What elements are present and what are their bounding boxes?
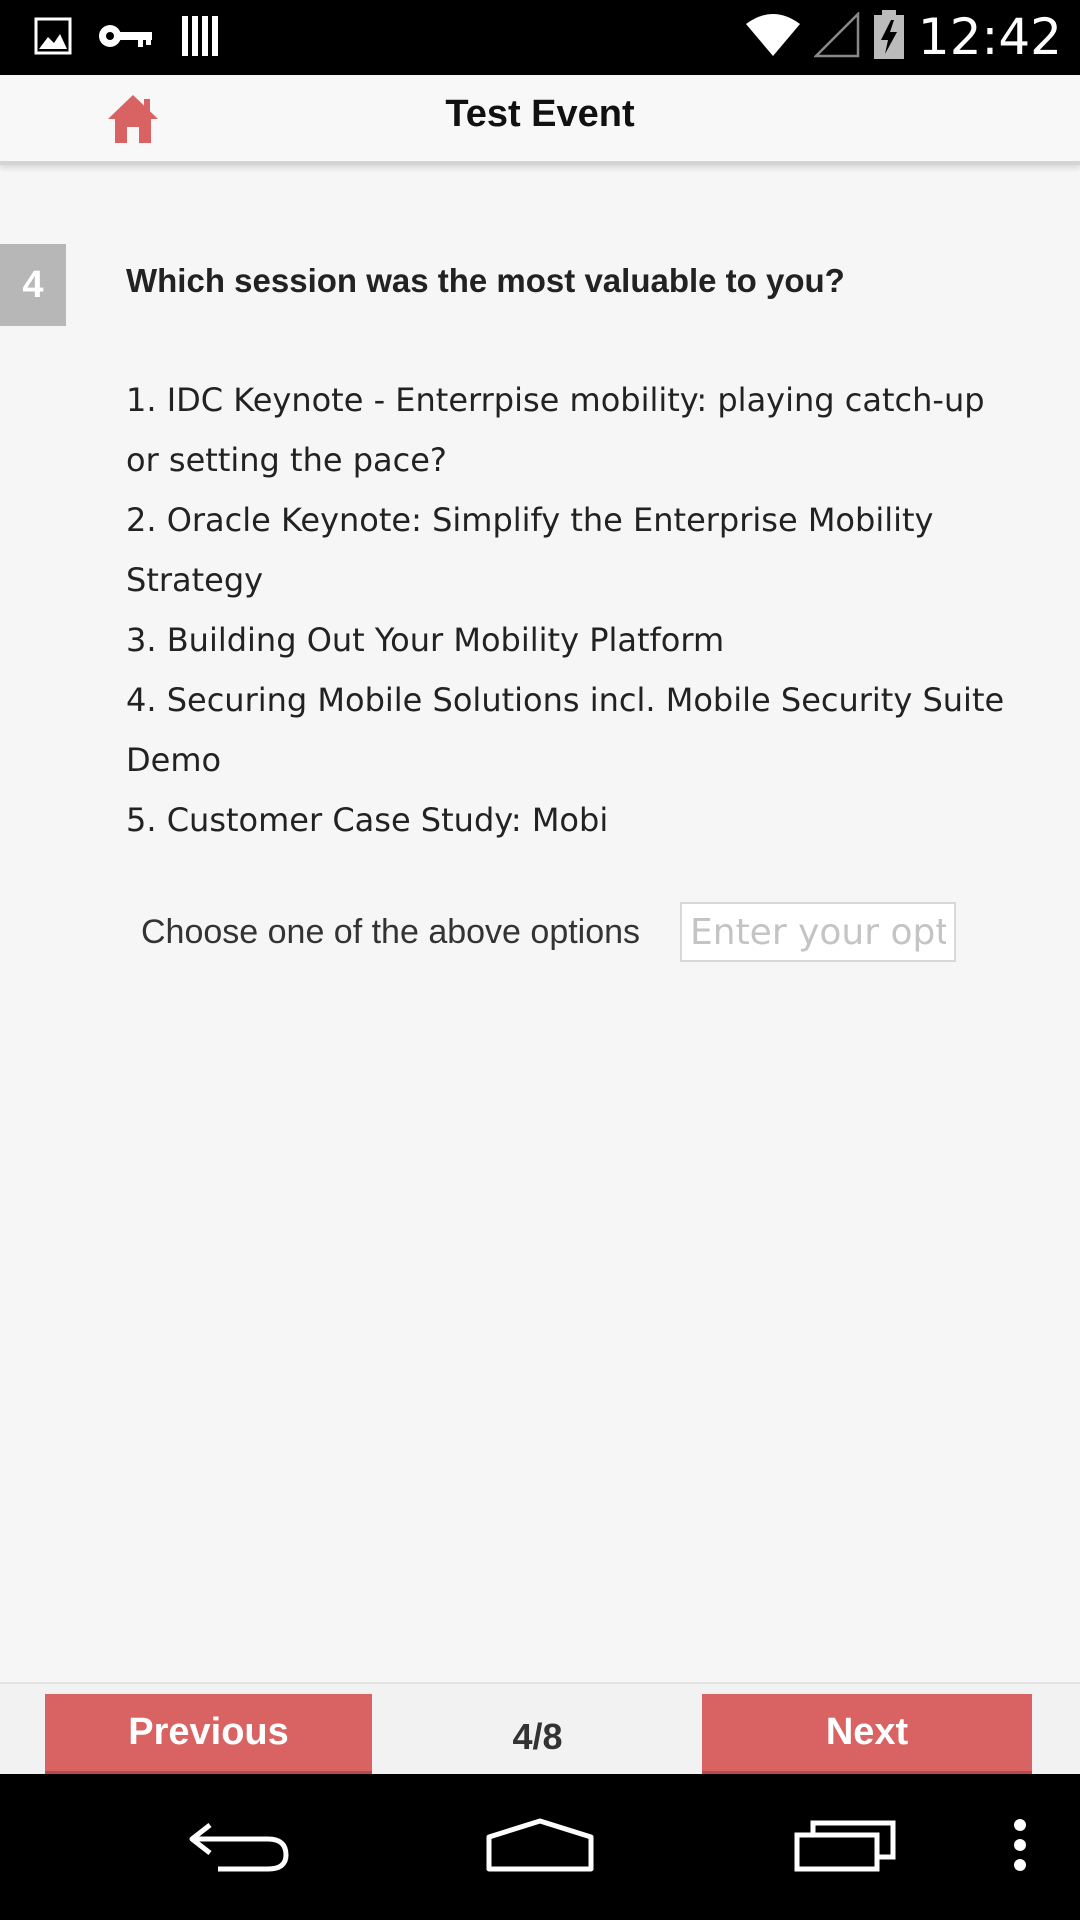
answer-row: Choose one of the above options [141, 900, 961, 964]
option-item: 2. Oracle Keynote: Simplify the Enterpri… [126, 501, 934, 599]
barcode-icon [180, 14, 220, 63]
question-number-badge: 4 [0, 244, 66, 326]
choose-label: Choose one of the above options [141, 912, 641, 951]
image-icon [34, 17, 72, 60]
system-status: 12:42 [744, 8, 1062, 66]
overflow-menu-icon [1013, 1818, 1027, 1876]
system-navigation-bar [0, 1774, 1080, 1920]
key-icon [98, 17, 154, 60]
notification-icons [34, 14, 220, 63]
page-indicator: 4/8 [512, 1716, 563, 1757]
signal-icon [812, 10, 860, 63]
wifi-icon [744, 12, 802, 63]
previous-button[interactable]: Previous [45, 1694, 372, 1774]
battery-charging-icon [872, 9, 906, 65]
option-input[interactable] [680, 902, 956, 962]
pager-bar: Previous 4/8 Next [0, 1682, 1080, 1774]
overflow-menu-button[interactable] [1000, 1774, 1040, 1920]
recents-icon [793, 1817, 897, 1878]
option-item: 1. IDC Keynote - Enterrpise mobility: pl… [126, 381, 985, 479]
home-nav-button[interactable] [480, 1774, 600, 1920]
home-outline-icon [485, 1817, 595, 1878]
option-item: 5. Customer Case Study: Mobi [126, 801, 609, 839]
clock: 12:42 [917, 8, 1062, 66]
back-button[interactable] [180, 1774, 300, 1920]
page-title: Test Event [445, 93, 635, 135]
option-item: 4. Securing Mobile Solutions incl. Mobil… [126, 681, 1005, 779]
question-text: Which session was the most valuable to y… [126, 262, 845, 299]
recents-button[interactable] [785, 1774, 905, 1920]
status-bar: 12:42 [0, 0, 1080, 75]
app-header: Test Event [0, 75, 1080, 165]
option-item: 3. Building Out Your Mobility Platform [126, 621, 725, 659]
next-button[interactable]: Next [702, 1694, 1032, 1774]
back-icon [188, 1817, 292, 1878]
home-icon [104, 95, 162, 153]
answer-options-list: 1. IDC Keynote - Enterrpise mobility: pl… [126, 370, 1026, 850]
